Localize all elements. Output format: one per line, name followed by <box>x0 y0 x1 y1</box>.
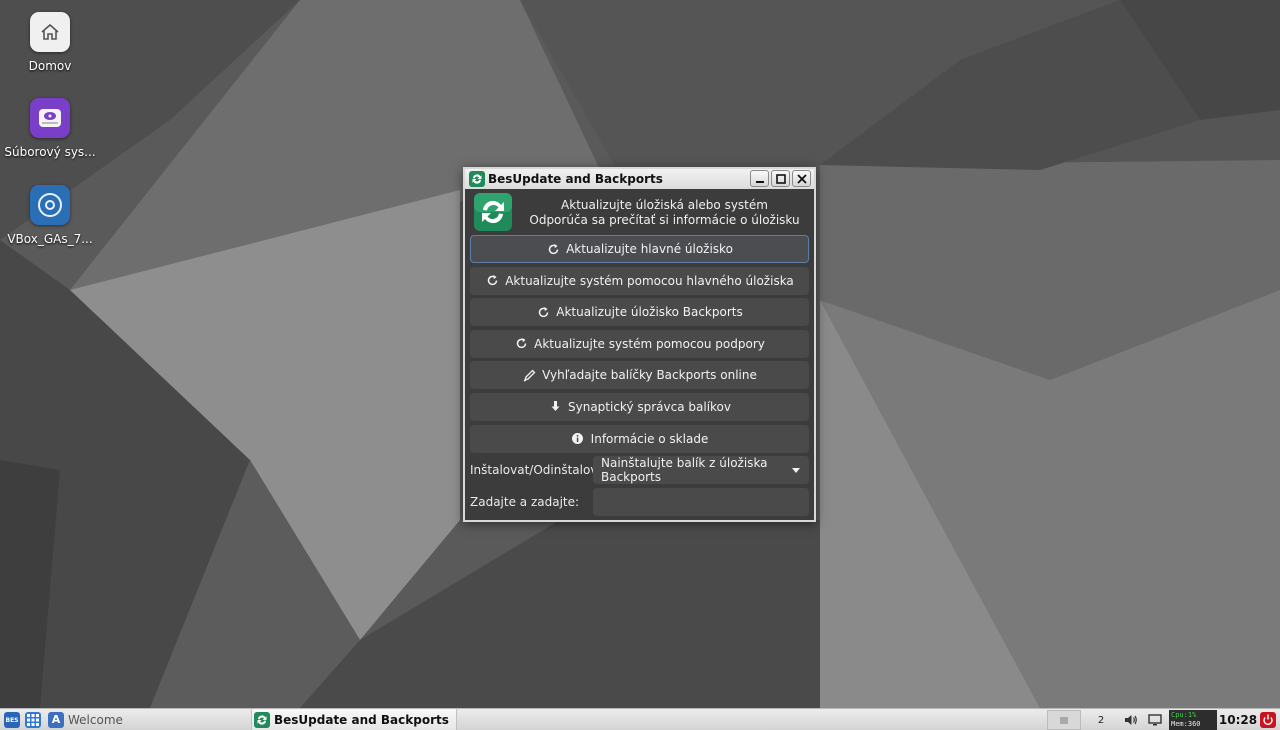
button-label: Synaptický správca balíkov <box>568 399 731 414</box>
enter-label: Zadajte a zadajte: <box>470 494 580 509</box>
clock[interactable]: 10:28 <box>1219 711 1257 729</box>
window-header: Aktualizujte úložiská alebo systém Odpor… <box>470 193 809 235</box>
install-mode-select[interactable]: Nainštalujte balík z úložiska Backports <box>593 456 809 485</box>
install-mode-value: Nainštalujte balík z úložiska Backports <box>601 456 768 485</box>
update-system-backports-button[interactable]: Aktualizujte systém pomocou podpory <box>470 329 809 358</box>
button-label: Vyhľadajte balíčky Backports online <box>542 368 757 383</box>
desktop-icon-label: Domov <box>28 59 72 73</box>
workspace-icon <box>1060 716 1068 724</box>
install-label: Inštalovat/Odinštalovať: <box>470 463 614 478</box>
taskbar: BES A Welcome BesUpdate and Backports 2 … <box>0 708 1280 730</box>
close-icon <box>796 173 807 184</box>
update-backports-repo-button[interactable]: Aktualizujte úložisko Backports <box>470 298 809 327</box>
update-system-main-repo-button[interactable]: Aktualizujte systém pomocou hlavného úlo… <box>470 266 809 295</box>
refresh-icon <box>514 337 528 351</box>
button-label: Aktualizujte hlavné úložisko <box>566 242 733 256</box>
bes-logo-icon: BES <box>4 712 20 728</box>
minimize-button[interactable] <box>750 170 769 187</box>
taskbar-active-label: BesUpdate and Backports <box>274 712 449 727</box>
button-label: Aktualizujte systém pomocou podpory <box>534 336 765 351</box>
synaptic-manager-button[interactable]: Synaptický správca balíkov <box>470 392 809 421</box>
launcher-badge: BES <box>5 716 19 724</box>
bes-menu-button[interactable]: BES <box>4 711 20 729</box>
cpu-readout: Cpu:1% <box>1171 711 1197 719</box>
taskbar-item-welcome[interactable]: A Welcome <box>46 709 246 730</box>
app-logo-icon <box>474 193 512 231</box>
app-grid-button[interactable] <box>25 711 41 729</box>
update-main-repo-button[interactable]: Aktualizujte hlavné úložisko <box>470 235 809 263</box>
besupdate-window: BesUpdate and Backports Aktualizujte úlo… <box>463 167 816 522</box>
pen-icon <box>522 368 536 382</box>
monitor-icon <box>1148 714 1162 726</box>
speaker-icon <box>1125 715 1137 725</box>
display-button[interactable] <box>1145 710 1165 730</box>
repo-info-button[interactable]: Informácie o sklade <box>470 424 809 453</box>
workspace-2-button[interactable]: 2 <box>1084 710 1118 730</box>
drive-icon <box>30 98 70 138</box>
desktop-icon-home[interactable]: Domov <box>2 12 98 73</box>
maximize-icon <box>775 173 786 184</box>
window-title: BesUpdate and Backports <box>488 172 663 186</box>
info-icon <box>571 432 585 446</box>
desktop-icon-filesystem[interactable]: Súborový sys... <box>2 98 98 159</box>
search-backports-online-button[interactable]: Vyhľadajte balíčky Backports online <box>470 361 809 390</box>
system-monitor[interactable]: Cpu:1% Mem:360 <box>1169 710 1217 730</box>
taskbar-item-besupdate[interactable]: BesUpdate and Backports <box>251 709 457 730</box>
refresh-icon <box>485 274 499 288</box>
app-refresh-icon <box>469 171 485 187</box>
refresh-icon <box>546 242 560 256</box>
workspace-1-button[interactable] <box>1047 710 1081 730</box>
power-icon <box>1260 712 1276 728</box>
disc-icon <box>30 185 70 225</box>
taskbar-welcome-label: Welcome <box>68 712 123 727</box>
desktop-icon-label: Súborový sys... <box>4 145 96 159</box>
desktop-icon-label: VBox_GAs_7... <box>7 232 93 246</box>
mem-readout: Mem:360 <box>1171 720 1201 728</box>
header-line-1: Aktualizujte úložiská alebo systém <box>561 198 768 212</box>
button-label: Informácie o sklade <box>590 431 709 446</box>
maximize-button[interactable] <box>771 170 790 187</box>
button-label: Aktualizujte systém pomocou hlavného úlo… <box>505 273 794 288</box>
refresh-icon <box>536 305 550 319</box>
button-label: Aktualizujte úložisko Backports <box>556 305 743 320</box>
minimize-icon <box>755 180 764 183</box>
package-entry-field[interactable] <box>593 487 809 516</box>
workspace-number: 2 <box>1097 714 1105 726</box>
download-arrow-icon <box>548 400 562 414</box>
app-refresh-icon <box>254 711 270 728</box>
close-button[interactable] <box>792 170 811 187</box>
power-button[interactable] <box>1259 710 1277 730</box>
window-titlebar[interactable]: BesUpdate and Backports <box>465 169 814 189</box>
welcome-app-icon: A <box>48 711 64 728</box>
chevron-down-icon <box>792 468 800 474</box>
header-line-2: Odporúča sa prečítať si informácie o úlo… <box>529 213 800 227</box>
volume-button[interactable] <box>1122 710 1140 730</box>
home-icon <box>30 12 70 52</box>
app-grid-icon <box>25 712 41 728</box>
desktop-icon-vbox-disc[interactable]: VBox_GAs_7... <box>2 185 98 246</box>
